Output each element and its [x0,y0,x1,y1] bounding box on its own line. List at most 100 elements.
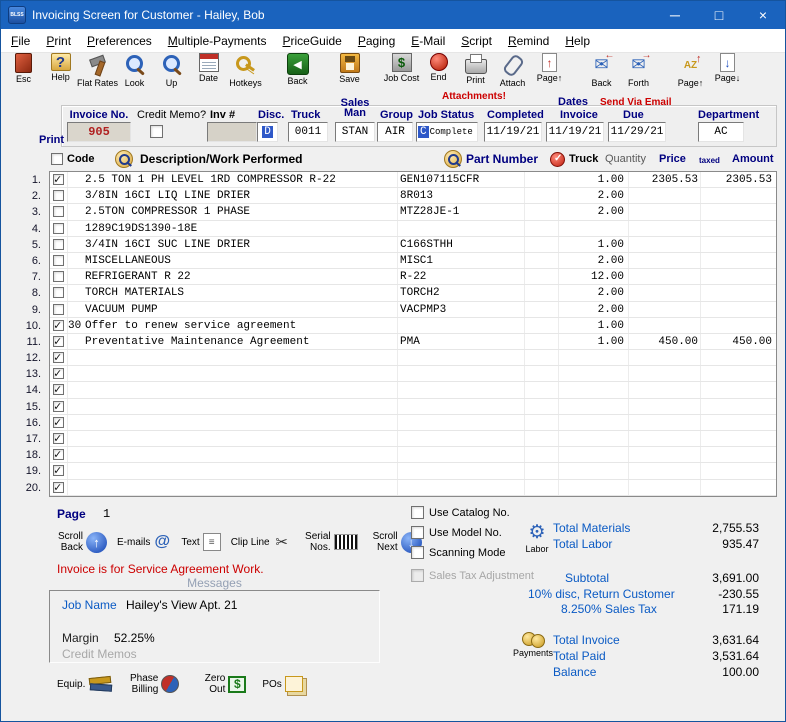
table-row[interactable] [50,382,776,398]
toolbar-button[interactable]: Page↑ [672,53,709,88]
toolbar-button[interactable]: Save [331,53,368,84]
toolbar-button[interactable]: Esc [5,53,42,84]
footer-button[interactable]: E-mails [117,533,171,551]
table-row[interactable]: 2.5 TON 1 PH LEVEL 1RD COMPRESSOR R-22 G… [50,172,776,188]
option-checkbox[interactable] [411,546,424,559]
toolbar-button[interactable]: Date [190,53,227,83]
toolbar-button[interactable]: Print [457,53,494,85]
toolbar-button[interactable]: Job Cost [383,53,420,83]
row-print-checkbox[interactable] [53,368,64,379]
menu-item[interactable]: Help [557,31,598,51]
table-row[interactable]: TORCH MATERIALS TORCH2 2.00 [50,285,776,301]
row-print-checkbox[interactable] [53,482,64,493]
footer-button[interactable]: Serial Nos. [301,531,358,553]
row-print-checkbox[interactable] [53,352,64,363]
menu-item[interactable]: Multiple-Payments [160,31,275,51]
toolbar-button[interactable]: Help [42,53,79,82]
row-print-checkbox[interactable] [53,223,64,234]
labor-figure[interactable]: Labor [517,523,557,554]
toolbar-button[interactable]: Hotkeys [227,53,264,88]
table-row[interactable] [50,463,776,479]
row-print-checkbox[interactable] [53,304,64,315]
table-row[interactable]: 2.5TON COMPRESSOR 1 PHASE MTZ28JE-1 2.00 [50,204,776,220]
close-button[interactable]: × [741,1,785,29]
table-row[interactable]: MISCELLANEOUS MISC1 2.00 [50,253,776,269]
row-print-checkbox[interactable] [53,320,64,331]
job-status-field[interactable]: C Complete [416,122,478,142]
maximize-button[interactable]: □ [697,1,741,29]
toolbar-button[interactable]: Attach [494,53,531,88]
menu-item[interactable]: Script [453,31,500,51]
table-row[interactable] [50,415,776,431]
row-print-checkbox[interactable] [53,271,64,282]
row-print-checkbox[interactable] [53,206,64,217]
menu-item[interactable]: PriceGuide [274,31,349,51]
toolbar-button[interactable]: Up [153,53,190,88]
row-print-checkbox[interactable] [53,433,64,444]
row-print-checkbox[interactable] [53,449,64,460]
row-print-checkbox[interactable] [53,417,64,428]
part-search-icon[interactable] [444,150,462,168]
table-row[interactable] [50,366,776,382]
table-row[interactable] [50,350,776,366]
credit-memo-checkbox[interactable] [150,125,163,138]
table-row[interactable]: 3/8IN 16CI LIQ LINE DRIER 8R013 2.00 [50,188,776,204]
tool-button[interactable]: POs [262,676,302,692]
toolbar-button[interactable]: Page↑ [531,53,568,83]
row-print-checkbox[interactable] [53,239,64,250]
group-field[interactable]: AIR [377,122,413,142]
tool-button[interactable]: Zero Out [195,673,246,695]
footer-button[interactable]: Text [181,533,220,551]
tool-button[interactable]: Equip. [57,675,112,693]
menu-item[interactable]: E-Mail [403,31,453,51]
table-row[interactable] [50,447,776,463]
menu-item[interactable]: File [3,31,38,51]
table-row[interactable] [50,431,776,447]
row-print-checkbox[interactable] [53,401,64,412]
row-print-checkbox[interactable] [53,255,64,266]
row-print-checkbox[interactable] [53,174,64,185]
salesman-field[interactable]: STAN [335,122,375,142]
option-checkbox[interactable] [411,526,424,539]
row-print-checkbox[interactable] [53,465,64,476]
toolbar-button[interactable]: Back [583,53,620,88]
inv-number-field[interactable] [207,122,257,142]
menu-item[interactable]: Print [38,31,79,51]
menu-item[interactable]: Paging [350,31,403,51]
table-row[interactable]: 3/4IN 16CI SUC LINE DRIER C166STHH 1.00 [50,237,776,253]
toolbar-button[interactable]: Forth [620,53,657,88]
table-row[interactable]: REFRIGERANT R 22 R-22 12.00 [50,269,776,285]
footer-button[interactable]: Scroll Back [53,531,107,553]
footer-button[interactable]: Clip Line [231,533,291,551]
toolbar-button[interactable]: End [420,53,457,82]
row-print-checkbox[interactable] [53,384,64,395]
toolbar-button[interactable]: Page↓ [709,53,746,83]
table-row[interactable]: 1289C19DS1390-18E [50,221,776,237]
option-checkbox[interactable] [411,569,424,582]
row-print-checkbox[interactable] [53,336,64,347]
disc-field[interactable]: D [257,122,278,142]
due-date-field[interactable]: 11/29/21 [608,122,666,142]
table-row[interactable]: VACUUM PUMP VACPMP3 2.00 [50,302,776,318]
description-search-icon[interactable] [115,150,133,168]
table-row[interactable] [50,399,776,415]
completed-date-field[interactable]: 11/19/21 [484,122,542,142]
toolbar-button[interactable]: Back [279,53,316,86]
table-row[interactable]: 30 Offer to renew service agreement 1.00 [50,318,776,334]
tool-button[interactable]: Phase Billing [128,673,179,695]
department-field[interactable]: AC [698,122,744,142]
menu-item[interactable]: Remind [500,31,557,51]
payments-figure[interactable]: Payments [511,629,555,658]
table-row[interactable] [50,480,776,496]
row-print-checkbox[interactable] [53,287,64,298]
truck-field[interactable]: 0011 [288,122,328,142]
invoice-date-field[interactable]: 11/19/21 [546,122,604,142]
toolbar-button[interactable]: Flat Rates [79,53,116,88]
minimize-button[interactable]: ─ [653,1,697,29]
menu-item[interactable]: Preferences [79,31,160,51]
toolbar-button[interactable]: Look [116,53,153,88]
option-checkbox[interactable] [411,506,424,519]
table-row[interactable]: Preventative Maintenance Agreement PMA 1… [50,334,776,350]
header-print-all-checkbox[interactable] [51,153,63,165]
truck-verify-icon[interactable] [550,152,565,167]
